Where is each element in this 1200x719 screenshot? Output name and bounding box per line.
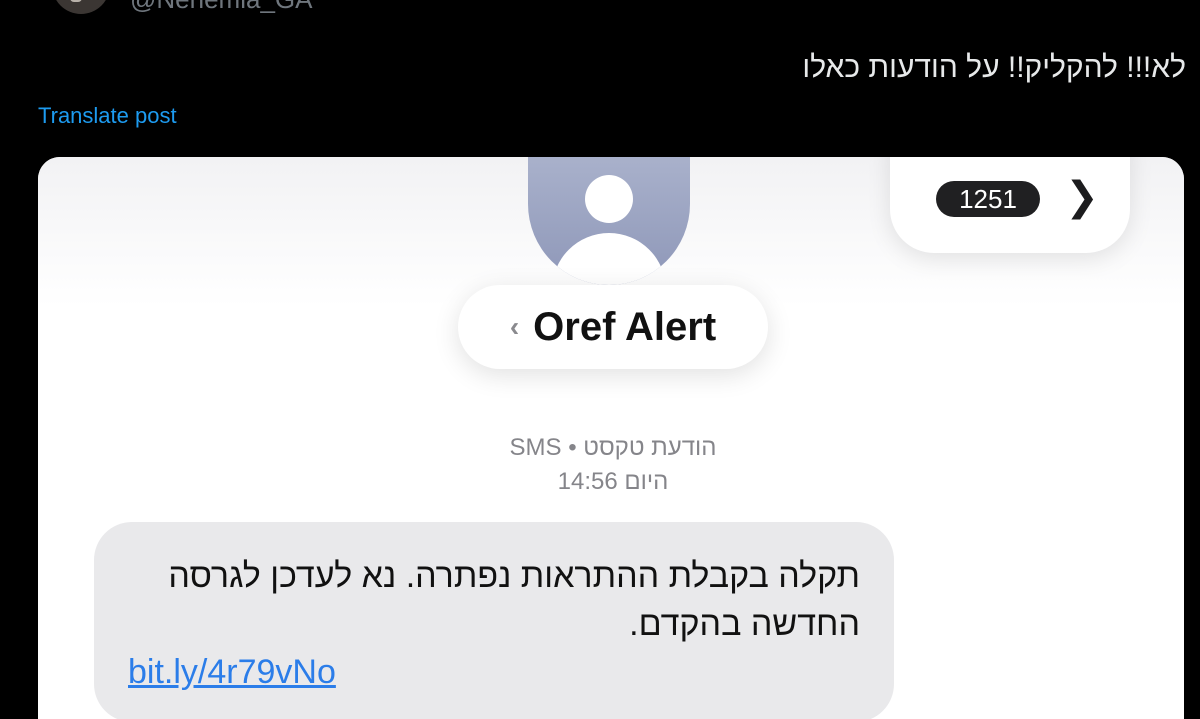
message-time: היום 14:56 (557, 468, 669, 495)
avatar-shoulders (552, 233, 666, 285)
translate-post-link[interactable]: Translate post (38, 102, 177, 130)
unread-count-badge: 1251 (936, 181, 1040, 217)
chevron-left-icon: ‹ (509, 311, 520, 342)
message-type: הודעת טקסט • SMS (509, 434, 717, 461)
tweet: @Nehemia_GA לא!!! להקליק!! על הודעות כאל… (0, 0, 1200, 719)
attached-image[interactable]: 1251 ❯ ‹ Oref Alert הודעת טקסט • SMS היו… (38, 157, 1184, 719)
message-bubble: תקלה בקבלת ההתראות נפתרה. נא לעדכן לגרסה… (94, 522, 894, 719)
author-avatar[interactable] (52, 0, 110, 14)
unread-back-button: 1251 ❯ (890, 157, 1130, 253)
message-link: bit.ly/4r79vNo (128, 653, 336, 691)
contact-name: Oref Alert (533, 305, 717, 349)
post-text: לא!!! להקליק!! על הודעות כאלו (802, 51, 1186, 84)
chevron-right-icon: ❯ (1065, 175, 1099, 219)
contact-name-pill: ‹ Oref Alert (458, 285, 768, 369)
avatar-head (585, 175, 633, 223)
author-handle[interactable]: @Nehemia_GA (130, 0, 312, 12)
message-text: תקלה בקבלת ההתראות נפתרה. נא לעדכן לגרסה… (168, 557, 860, 643)
message-meta: הודעת טקסט • SMS היום 14:56 (458, 431, 768, 499)
